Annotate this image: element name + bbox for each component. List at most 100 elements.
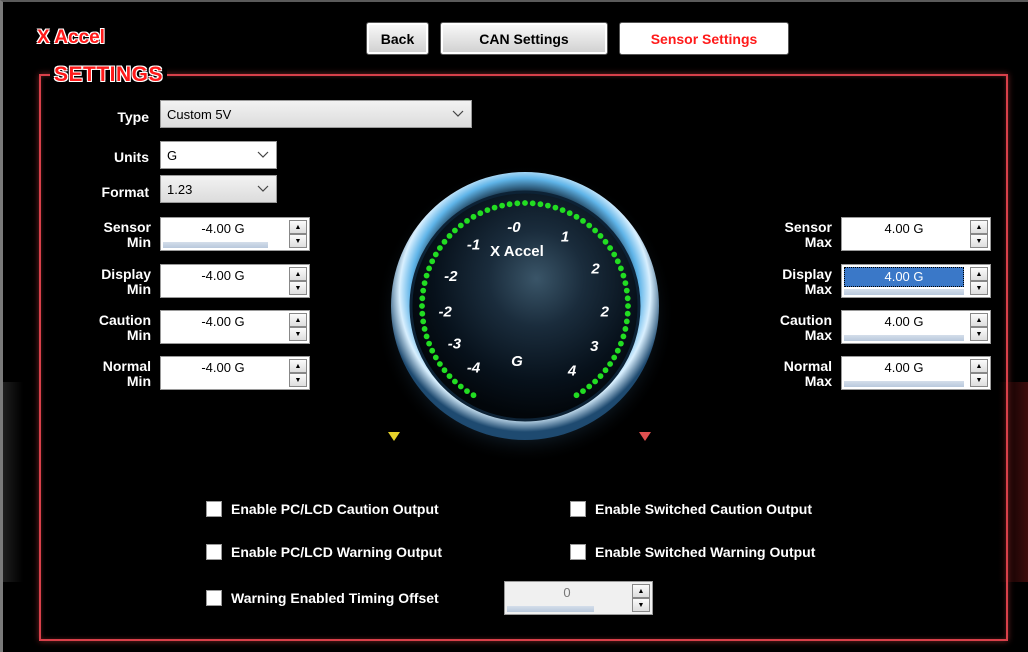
spin-up-icon[interactable]: ▲ [970, 220, 988, 234]
spin-down-icon[interactable]: ▼ [289, 327, 307, 341]
spin-down-icon[interactable]: ▼ [632, 598, 650, 612]
spin-up-icon[interactable]: ▲ [970, 359, 988, 373]
pc-lcd-caution-checkbox[interactable]: Enable PC/LCD Caution Output [206, 501, 439, 517]
checkbox-box[interactable] [206, 501, 222, 517]
spin-down-icon[interactable]: ▼ [289, 373, 307, 387]
spin-up-icon[interactable]: ▲ [289, 313, 307, 327]
gauge-dot [625, 303, 631, 309]
spin-buttons[interactable]: ▲ ▼ [970, 220, 988, 248]
checkbox-box[interactable] [570, 544, 586, 560]
sensor-settings-button[interactable]: Sensor Settings [619, 22, 789, 55]
gauge-dot [429, 258, 436, 265]
gauge-dot [618, 340, 624, 347]
spin-buttons[interactable]: ▲ ▼ [289, 313, 307, 341]
gauge-tick-label: 2 [600, 304, 610, 321]
spin-buttons[interactable]: ▲ ▼ [970, 359, 988, 387]
spin-down-icon[interactable]: ▼ [970, 373, 988, 387]
gauge-dot [514, 200, 521, 207]
gauge-dot [446, 233, 453, 239]
max-normal-label: Normal Max [748, 359, 832, 389]
spin-down-icon[interactable]: ▼ [970, 327, 988, 341]
gauge-dot [452, 378, 458, 385]
gauge-dot [552, 204, 559, 211]
gauge-dot [623, 287, 630, 294]
spinner-fill-bar [844, 335, 964, 341]
spin-buttons[interactable]: ▲ ▼ [289, 359, 307, 387]
max-display-value[interactable]: 4.00 G [844, 267, 964, 287]
gauge-dot [470, 213, 477, 220]
spin-down-icon[interactable]: ▼ [289, 281, 307, 295]
format-value: 1.23 [167, 181, 193, 197]
spin-buttons[interactable]: ▲ ▼ [970, 313, 988, 341]
min-caution-spinner[interactable]: -4.00 G ▲ ▼ [160, 310, 310, 344]
max-normal-value[interactable]: 4.00 G [842, 357, 966, 381]
checkbox-box[interactable] [570, 501, 586, 517]
spin-up-icon[interactable]: ▲ [970, 267, 988, 281]
timing-offset-value[interactable]: 0 [505, 582, 629, 606]
gauge-dot [580, 388, 586, 394]
max-caution-value[interactable]: 4.00 G [842, 311, 966, 335]
gauge-dot [426, 265, 432, 272]
min-display-spinner[interactable]: -4.00 G ▲ ▼ [160, 264, 310, 298]
max-display-spinner[interactable]: 4.00 G ▲ ▼ [841, 264, 991, 298]
warning-timing-label: Warning Enabled Timing Offset [231, 590, 439, 606]
pc-lcd-warning-checkbox[interactable]: Enable PC/LCD Warning Output [206, 544, 442, 560]
units-select[interactable]: G [160, 141, 277, 169]
gauge-dot [419, 303, 425, 309]
spin-up-icon[interactable]: ▲ [632, 584, 650, 598]
spin-down-icon[interactable]: ▼ [970, 234, 988, 248]
min-sensor-spinner[interactable]: -4.00 G ▲ ▼ [160, 217, 310, 251]
gauge-tick-label: -2 [444, 268, 458, 285]
spin-down-icon[interactable]: ▼ [289, 234, 307, 248]
gauge-dot [592, 227, 598, 234]
gauge-tick-label: -1 [467, 237, 480, 254]
back-button[interactable]: Back [366, 22, 429, 55]
max-caution-spinner[interactable]: 4.00 G ▲ ▼ [841, 310, 991, 344]
gauge-dot [432, 354, 439, 361]
min-sensor-value[interactable]: -4.00 G [161, 218, 285, 242]
spin-up-icon[interactable]: ▲ [970, 313, 988, 327]
label-line-2: Max [804, 373, 832, 389]
spin-buttons[interactable]: ▲ ▼ [289, 267, 307, 295]
spin-buttons[interactable]: ▲ ▼ [970, 267, 988, 295]
warning-timing-checkbox[interactable]: Warning Enabled Timing Offset [206, 590, 439, 606]
timing-offset-bar [507, 606, 594, 612]
gauge-dot [419, 295, 426, 302]
spin-up-icon[interactable]: ▲ [289, 220, 307, 234]
max-sensor-value[interactable]: 4.00 G [842, 218, 966, 242]
gauge-dot [624, 295, 631, 302]
max-normal-spinner[interactable]: 4.00 G ▲ ▼ [841, 356, 991, 390]
format-select[interactable]: 1.23 [160, 175, 277, 203]
max-sensor-label: Sensor Max [748, 220, 832, 250]
gauge-dot [429, 347, 436, 354]
gauge-unit: G [511, 353, 523, 370]
timing-offset-spinner[interactable]: 0 ▲ ▼ [504, 581, 653, 615]
gauge-tick-label: -3 [448, 336, 462, 353]
type-select[interactable]: Custom 5V [160, 100, 472, 128]
app-window: X Accel Back CAN Settings Sensor Setting… [0, 0, 1028, 652]
spin-buttons[interactable]: ▲ ▼ [289, 220, 307, 248]
gauge-dot [499, 202, 505, 209]
checkbox-box[interactable] [206, 544, 222, 560]
min-caution-value[interactable]: -4.00 G [161, 311, 285, 335]
label-line-1: Normal [102, 358, 151, 374]
min-display-value[interactable]: -4.00 G [161, 265, 285, 289]
checkbox-box[interactable] [206, 590, 222, 606]
switched-warning-checkbox[interactable]: Enable Switched Warning Output [570, 544, 815, 560]
spin-down-icon[interactable]: ▼ [970, 281, 988, 295]
label-line-2: Max [804, 281, 832, 297]
min-normal-spinner[interactable]: -4.00 G ▲ ▼ [160, 356, 310, 390]
min-caution-label: Caution Min [69, 313, 151, 343]
timing-offset-spin-buttons[interactable]: ▲ ▼ [632, 584, 650, 612]
app-title: X Accel [37, 27, 105, 48]
max-caution-label: Caution Max [748, 313, 832, 343]
switched-caution-checkbox[interactable]: Enable Switched Caution Output [570, 501, 812, 517]
can-settings-button[interactable]: CAN Settings [440, 22, 608, 55]
gauge-dot [623, 318, 630, 325]
spin-up-icon[interactable]: ▲ [289, 359, 307, 373]
max-sensor-spinner[interactable]: 4.00 G ▲ ▼ [841, 217, 991, 251]
spin-up-icon[interactable]: ▲ [289, 267, 307, 281]
gauge-dot [597, 373, 604, 379]
gauge-dot [441, 367, 448, 374]
min-normal-value[interactable]: -4.00 G [161, 357, 285, 381]
